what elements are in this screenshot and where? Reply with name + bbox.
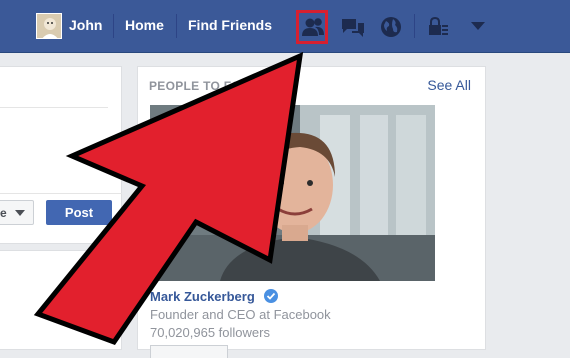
post-button[interactable]: Post	[46, 200, 112, 225]
avatar[interactable]	[36, 13, 62, 39]
follow-button[interactable]	[150, 345, 228, 358]
follower-count: 70,020,965 followers	[150, 325, 270, 340]
privacy-lock-icon[interactable]	[427, 16, 449, 38]
feed-card	[0, 250, 122, 350]
friend-requests-icon[interactable]	[300, 14, 326, 40]
people-to-follow-card: PEOPLE TO FO See All Mark Zuckerberg Fou…	[137, 66, 486, 358]
audience-selector-label: e	[0, 206, 7, 220]
nav-divider	[414, 14, 415, 38]
card-title: PEOPLE TO FO	[149, 79, 242, 93]
find-friends-link[interactable]: Find Friends	[188, 17, 272, 33]
notifications-globe-icon[interactable]	[378, 14, 404, 40]
profile-name-link[interactable]: John	[69, 17, 102, 33]
composer-divider	[0, 107, 108, 108]
home-link[interactable]: Home	[125, 17, 164, 33]
account-menu-chevron-icon[interactable]	[470, 20, 486, 32]
person-name-link[interactable]: Mark Zuckerberg	[150, 289, 255, 304]
audience-selector[interactable]: e	[0, 200, 34, 225]
person-title: Founder and CEO at Facebook	[150, 307, 331, 322]
messages-icon[interactable]	[340, 14, 366, 40]
top-navigation-bar: John Home Find Friends	[0, 0, 570, 53]
sun-cloud-icon	[67, 285, 102, 319]
nav-divider	[113, 14, 114, 38]
profile-photo[interactable]	[150, 105, 435, 281]
composer-divider	[0, 193, 122, 194]
chevron-down-icon	[15, 210, 25, 216]
nav-divider	[176, 14, 177, 38]
verified-badge-icon	[264, 289, 278, 303]
see-all-link[interactable]: See All	[427, 77, 471, 93]
